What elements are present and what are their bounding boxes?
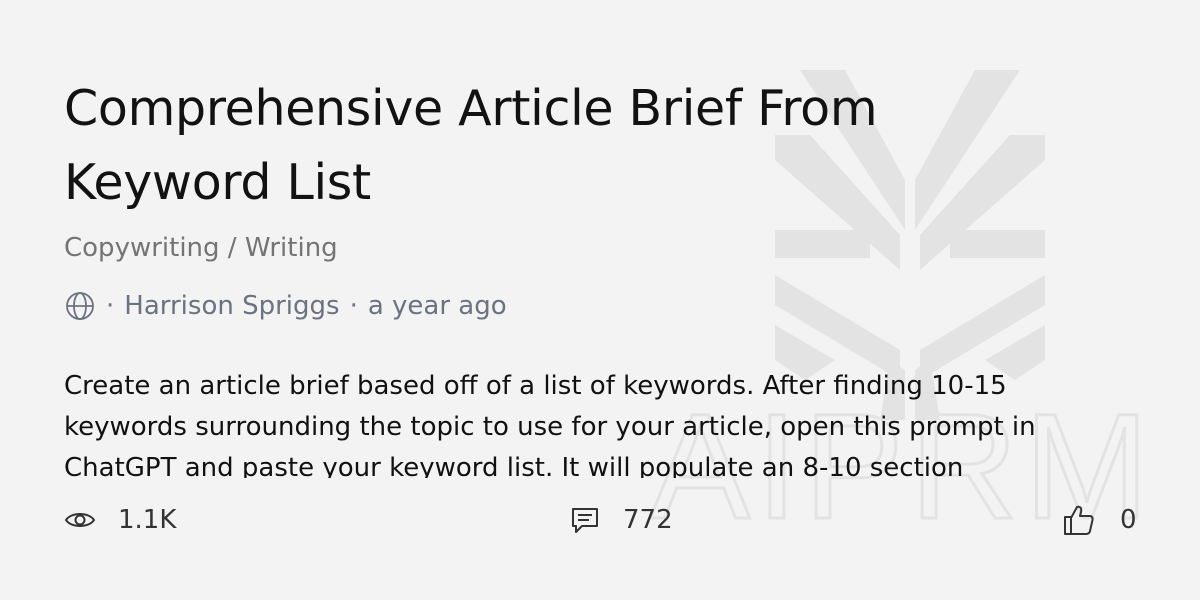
comment-icon	[572, 508, 598, 533]
comments-stat[interactable]: 772	[569, 500, 673, 540]
views-stat: 1.1K	[64, 500, 176, 540]
thumbs-up-icon[interactable]	[1062, 503, 1096, 537]
prompt-description: Create an article brief based off of a l…	[64, 371, 1036, 478]
prompt-meta: · Harrison Spriggs · a year ago	[64, 288, 507, 324]
comments-count: 772	[623, 505, 673, 535]
time-ago: a year ago	[367, 291, 507, 321]
prompt-card[interactable]: Comprehensive Article Brief From Keyword…	[64, 0, 1144, 600]
meta-separator: ·	[349, 291, 358, 321]
views-count: 1.1K	[118, 505, 177, 535]
prompt-title[interactable]: Comprehensive Article Brief From Keyword…	[64, 72, 964, 220]
author-name[interactable]: Harrison Spriggs	[124, 291, 339, 321]
globe-icon	[66, 292, 94, 320]
category-breadcrumb[interactable]: Copywriting / Writing	[64, 233, 338, 263]
eye-icon	[64, 513, 96, 527]
likes-count: 0	[1120, 505, 1137, 535]
meta-separator: ·	[106, 291, 115, 321]
likes-stat[interactable]: 0	[1062, 500, 1137, 540]
